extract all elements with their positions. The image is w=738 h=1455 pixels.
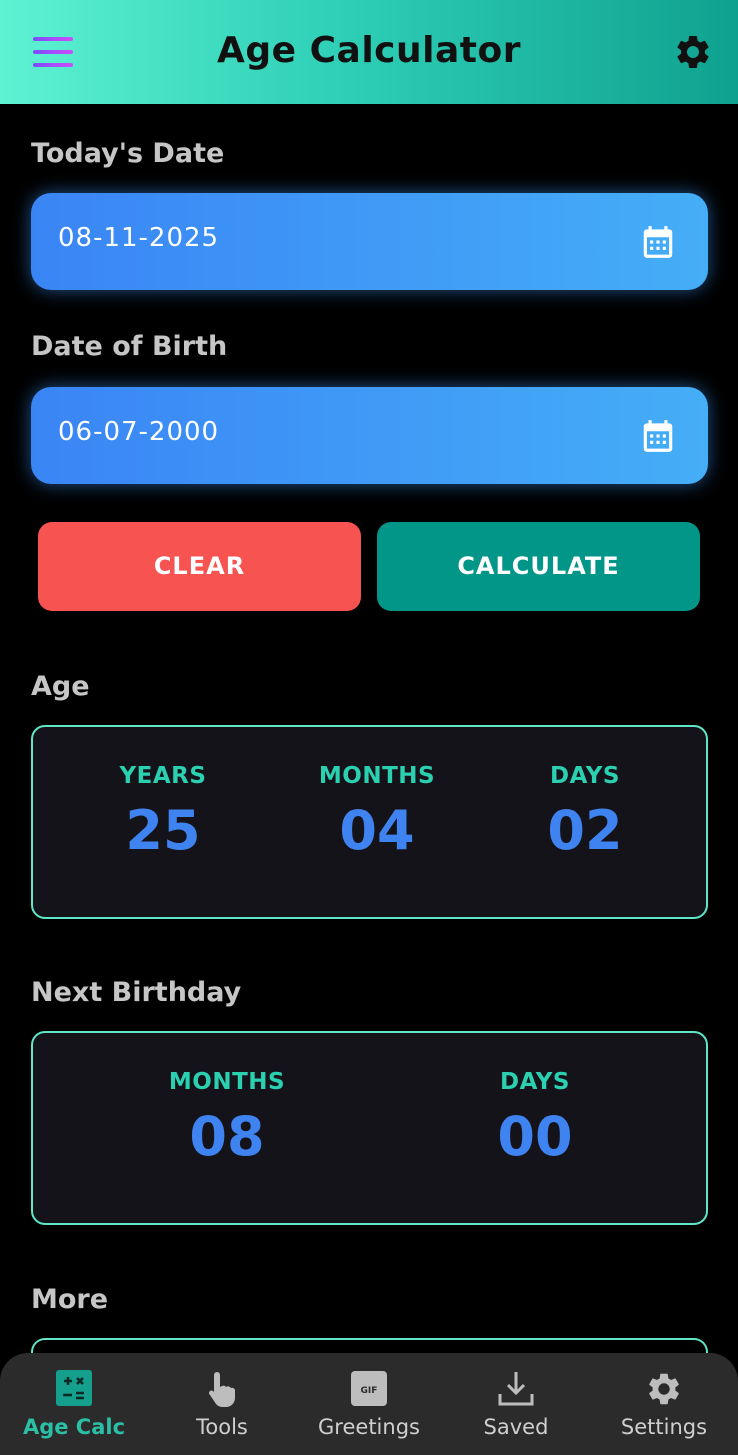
settings-gear-icon[interactable] (673, 32, 713, 72)
days-label: DAYS (500, 1069, 570, 1095)
months-value: 08 (189, 1105, 265, 1168)
today-date-value: 08-11-2025 (58, 223, 220, 253)
nav-label: Settings (620, 1415, 708, 1439)
nav-label: Greetings (318, 1415, 420, 1439)
nav-age-calc[interactable]: Age Calc (0, 1353, 148, 1455)
age-result-card: YEARS 25 MONTHS 04 DAYS 02 (31, 725, 708, 919)
download-icon (498, 1372, 534, 1406)
calendar-icon[interactable] (639, 222, 677, 262)
years-label: YEARS (119, 763, 207, 789)
birth-date-field[interactable]: 06-07-2000 (31, 387, 708, 484)
months-value: 04 (339, 799, 415, 862)
age-days: DAYS 02 (515, 763, 655, 862)
more-section-label: More (31, 1284, 109, 1315)
calculate-button[interactable]: CALCULATE (377, 522, 700, 611)
calendar-icon[interactable] (639, 416, 677, 456)
days-value: 02 (547, 799, 623, 862)
nav-settings[interactable]: Settings (590, 1353, 738, 1455)
today-date-label: Today's Date (31, 138, 225, 169)
next-birthday-months: MONTHS 08 (147, 1069, 307, 1168)
page-title: Age Calculator (217, 30, 521, 71)
years-value: 25 (125, 799, 201, 862)
bottom-navigation: Age Calc Tools GIF Greetings Saved Setti… (0, 1353, 738, 1455)
gif-icon: GIF (351, 1371, 387, 1406)
age-months: MONTHS 04 (297, 763, 457, 862)
app-bar: Age Calculator (0, 0, 738, 104)
nav-greetings[interactable]: GIF Greetings (295, 1353, 443, 1455)
nav-label: Saved (483, 1415, 549, 1439)
gear-icon (649, 1373, 679, 1405)
age-years: YEARS 25 (93, 763, 233, 862)
today-date-field[interactable]: 08-11-2025 (31, 193, 708, 290)
birth-date-value: 06-07-2000 (58, 417, 220, 447)
nav-saved[interactable]: Saved (442, 1353, 590, 1455)
age-section-label: Age (31, 671, 90, 702)
next-birthday-card: MONTHS 08 DAYS 00 (31, 1031, 708, 1225)
calculator-icon (56, 1370, 92, 1406)
months-label: MONTHS (318, 763, 436, 789)
days-value: 00 (497, 1105, 573, 1168)
nav-tools[interactable]: Tools (148, 1353, 296, 1455)
months-label: MONTHS (168, 1069, 286, 1095)
hand-pointer-icon (209, 1372, 235, 1407)
next-birthday-label: Next Birthday (31, 977, 242, 1008)
days-label: DAYS (550, 763, 620, 789)
clear-button[interactable]: CLEAR (38, 522, 361, 611)
birth-date-label: Date of Birth (31, 331, 228, 362)
svg-text:GIF: GIF (361, 1386, 378, 1396)
nav-label: Age Calc (22, 1415, 126, 1439)
nav-label: Tools (196, 1415, 248, 1439)
next-birthday-days: DAYS 00 (465, 1069, 605, 1168)
